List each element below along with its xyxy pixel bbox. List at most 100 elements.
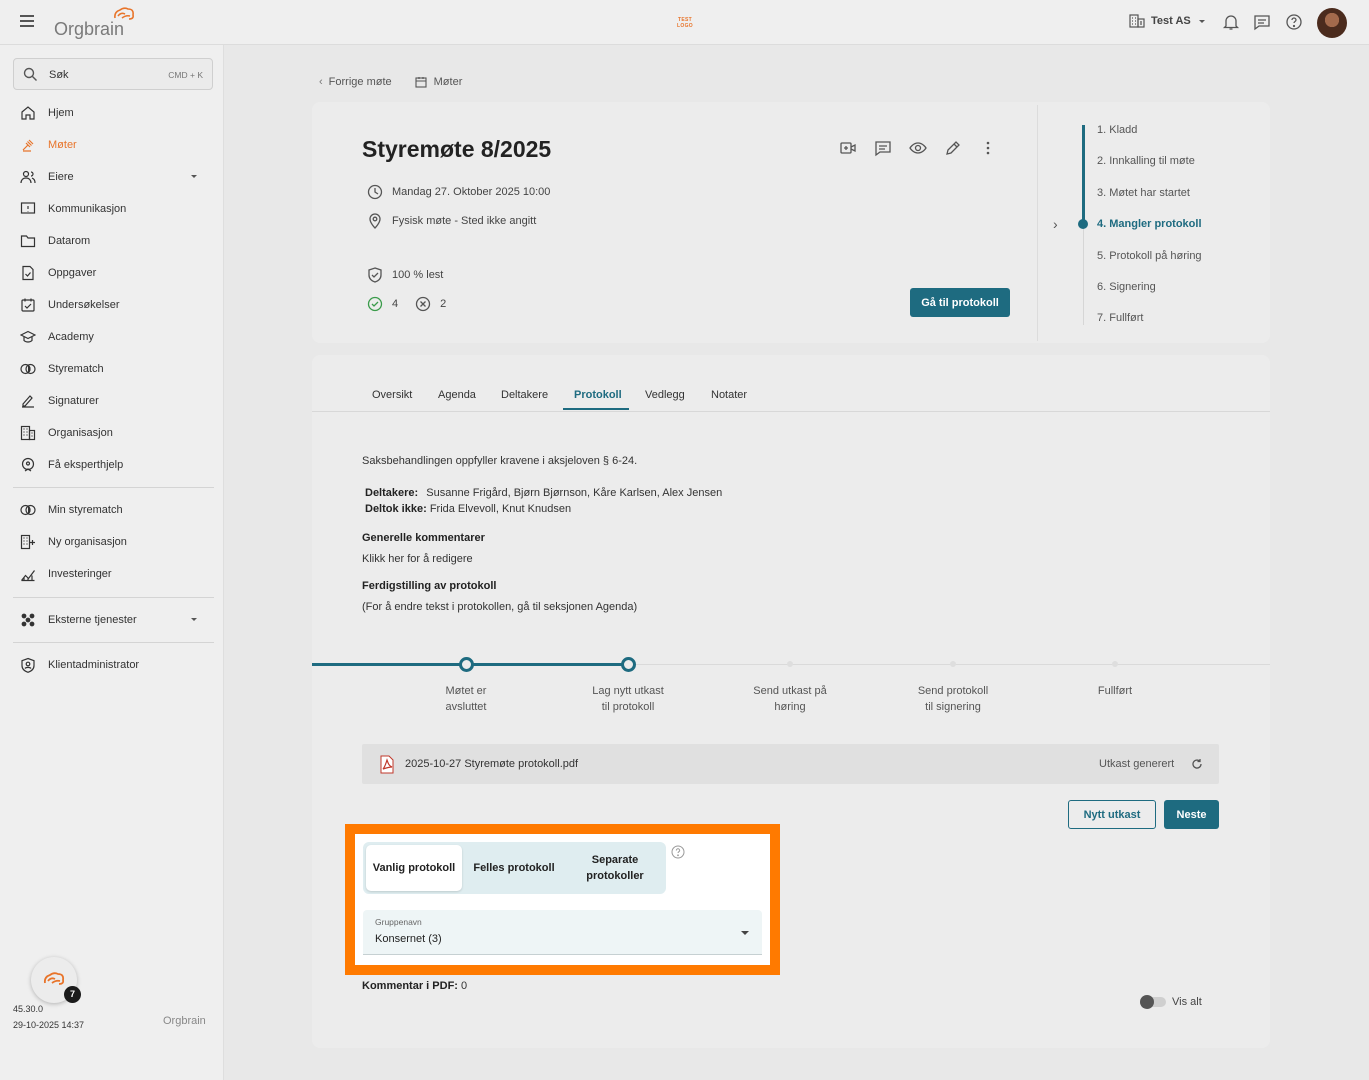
organization-name: Test AS: [1151, 15, 1191, 27]
message-icon[interactable]: [1253, 13, 1271, 31]
protocol-file-bar[interactable]: 2025-10-27 Styremøte protokoll.pdf Utkas…: [362, 744, 1219, 784]
top-bar: Orgbrain TEST LOGO Test AS: [0, 0, 1369, 45]
file-name[interactable]: 2025-10-27 Styremøte protokoll.pdf: [405, 758, 578, 770]
chevron-left-icon: ‹: [319, 76, 323, 88]
sidebar-item-label: Undersøkelser: [48, 299, 120, 311]
progress-step-label: Lag nytt utkast til protokoll: [592, 685, 664, 713]
group-name-select[interactable]: Gruppenavn Konsernet (3): [363, 910, 762, 955]
option-vanlig-protokoll[interactable]: Vanlig protokoll: [366, 845, 462, 891]
search-input[interactable]: Søk CMD + K: [13, 58, 213, 90]
meeting-step[interactable]: 4. Mangler protokoll: [1097, 218, 1202, 230]
orgbrain-logo[interactable]: Orgbrain: [54, 6, 144, 39]
sidebar-item-moter[interactable]: Møter: [0, 130, 224, 160]
x-circle-icon: [415, 296, 431, 312]
sidebar-item-investeringer[interactable]: Investeringer: [0, 559, 224, 589]
sidebar-item-signaturer[interactable]: Signaturer: [0, 386, 224, 416]
home-icon: [21, 106, 35, 120]
next-button[interactable]: Neste: [1164, 800, 1219, 829]
task-icon: [22, 265, 34, 281]
meeting-step[interactable]: 2. Innkalling til møte: [1097, 155, 1195, 167]
meeting-step[interactable]: 6. Signering: [1097, 281, 1156, 293]
shield-check-icon: [368, 267, 382, 283]
sidebar-item-label: Møter: [48, 139, 77, 151]
chart-icon: [21, 570, 35, 582]
steps-remaining-line: [1083, 225, 1084, 325]
edit-icon[interactable]: [944, 139, 962, 157]
sidebar-item-oppgaver[interactable]: Oppgaver: [0, 258, 224, 288]
more-vertical-icon[interactable]: [979, 139, 997, 157]
sidebar-item-academy[interactable]: Academy: [0, 322, 224, 352]
sidebar-item-label: Styrematch: [48, 363, 104, 375]
active-tab-indicator: [563, 408, 629, 410]
tab-notater[interactable]: Notater: [711, 389, 747, 401]
option-felles-protokoll[interactable]: Felles protokoll: [466, 845, 562, 891]
absent-list: Frida Elvevoll, Knut Knudsen: [429, 503, 572, 515]
apps-icon: [21, 613, 35, 627]
sidebar-item-label: Kommunikasjon: [48, 203, 127, 215]
option-separate-protokoller[interactable]: Separate protokoller: [579, 845, 651, 891]
tab-protokoll[interactable]: Protokoll: [574, 389, 622, 401]
eye-icon[interactable]: [909, 139, 927, 157]
meeting-step[interactable]: 1. Kladd: [1097, 124, 1137, 136]
tab-vedlegg[interactable]: Vedlegg: [645, 389, 685, 401]
meeting-step[interactable]: 7. Fullført: [1097, 312, 1143, 324]
sidebar-item-styrematch[interactable]: Styrematch: [0, 354, 224, 384]
bell-icon[interactable]: [1222, 13, 1240, 31]
meeting-step[interactable]: 5. Protokoll på høring: [1097, 250, 1202, 262]
sidebar-item-min-styrematch[interactable]: Min styrematch: [0, 495, 224, 525]
version-info: 45.30.0 29-10-2025 14:37: [13, 1001, 84, 1033]
sidebar-divider: [13, 642, 214, 643]
comment-icon[interactable]: [874, 139, 892, 157]
sidebar-item-fa-eksperthjelp[interactable]: Få eksperthjelp: [0, 450, 224, 480]
previous-meeting-link[interactable]: Forrige møte: [329, 76, 392, 88]
show-all-toggle[interactable]: [1140, 995, 1168, 1009]
user-avatar[interactable]: [1317, 8, 1347, 38]
new-draft-button[interactable]: Nytt utkast: [1068, 800, 1156, 829]
meeting-datetime: Mandag 27. Oktober 2025 10:00: [367, 184, 550, 200]
toggle-knob: [1140, 995, 1154, 1009]
compliance-text: Saksbehandlingen oppfyller kravene i aks…: [362, 455, 638, 467]
tab-deltakere[interactable]: Deltakere: [501, 389, 548, 401]
sidebar-item-external-services[interactable]: Eksterne tjenester: [0, 605, 224, 635]
sidebar-item-client-admin[interactable]: Klientadministrator: [0, 650, 224, 680]
match-icon: [20, 363, 36, 375]
progress-node-pending: [950, 661, 956, 667]
footer-logo: Orgbrain: [163, 1015, 206, 1027]
tab-oversikt[interactable]: Oversikt: [372, 389, 412, 401]
sidebar-item-eiere[interactable]: Eiere: [0, 162, 224, 192]
chevron-down-icon: [1198, 19, 1205, 23]
search-label: Søk: [49, 69, 69, 81]
meeting-step[interactable]: 3. Møtet har startet: [1097, 187, 1190, 199]
sidebar-item-label: Academy: [48, 331, 94, 343]
organization-switcher[interactable]: Test AS: [1129, 14, 1205, 28]
chevron-right-icon[interactable]: ›: [1053, 216, 1058, 232]
read-status: 100 % lest: [367, 267, 443, 283]
video-meeting-icon[interactable]: [839, 139, 857, 157]
match-icon: [20, 504, 36, 516]
sidebar-item-organisasjon[interactable]: Organisasjon: [0, 418, 224, 448]
header-divider: [1037, 105, 1038, 341]
help-icon[interactable]: [671, 845, 685, 859]
menu-icon[interactable]: [20, 15, 34, 27]
tab-agenda[interactable]: Agenda: [438, 389, 476, 401]
sidebar-item-kommunikasjon[interactable]: Kommunikasjon: [0, 194, 224, 224]
building-plus-icon: [20, 534, 35, 550]
sidebar-item-ny-organisasjon[interactable]: Ny organisasjon: [0, 527, 224, 557]
sidebar-item-hjem[interactable]: Hjem: [0, 98, 224, 128]
go-to-protocol-button[interactable]: Gå til protokoll: [910, 288, 1010, 317]
sidebar-item-label: Investeringer: [48, 568, 112, 580]
sidebar-item-label: Eiere: [48, 171, 74, 183]
expert-icon: [21, 457, 35, 472]
building-icon: [20, 425, 36, 441]
general-comments-edit[interactable]: Klikk her for å redigere: [362, 553, 473, 565]
sidebar-item-label: Hjem: [48, 107, 74, 119]
sidebar-item-label: Min styrematch: [48, 504, 123, 516]
sidebar-item-label: Få eksperthjelp: [48, 459, 124, 471]
help-icon[interactable]: [1285, 13, 1303, 31]
breadcrumb: ‹ Forrige møte Møter: [319, 76, 462, 88]
sidebar-item-datarom[interactable]: Datarom: [0, 226, 224, 256]
sidebar-item-undersokelser[interactable]: Undersøkelser: [0, 290, 224, 320]
meetings-link[interactable]: Møter: [434, 76, 463, 88]
refresh-icon[interactable]: [1191, 758, 1203, 770]
general-comments-heading: Generelle kommentarer: [362, 532, 485, 544]
